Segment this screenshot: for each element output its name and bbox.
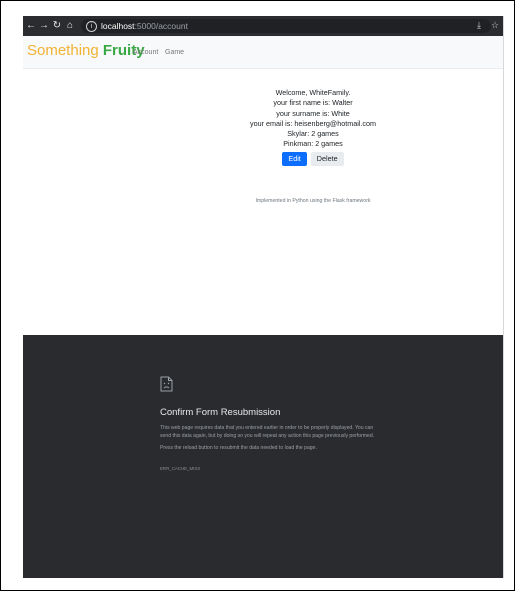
error-code: ERR_CACHE_MISS — [160, 466, 201, 471]
error-title: Confirm Form Resubmission — [160, 407, 281, 418]
bookmark-star-icon[interactable]: ☆ — [491, 20, 499, 31]
game-count-pinkman: Pinkman: 2 games — [283, 139, 343, 149]
nav-link-account[interactable]: Account — [133, 49, 158, 56]
error-description: This web page requires data that you ent… — [160, 424, 375, 456]
surname-text: your surname is: White — [276, 108, 350, 118]
address-bar[interactable]: i localhost:5000/account — [81, 19, 491, 33]
error-paragraph-2: Press the reload button to resubmit the … — [160, 445, 317, 451]
browser-toolbar: ← → ↻ ⌂ i localhost:5000/account ⤓ ☆ — [23, 16, 503, 36]
url-host: localhost — [101, 21, 135, 31]
nav-link-game[interactable]: Game — [165, 49, 184, 56]
account-panel: Welcome, WhiteFamily. your first name is… — [213, 88, 413, 166]
browser-window: ← → ↻ ⌂ i localhost:5000/account ⤓ ☆ Som… — [23, 16, 504, 578]
first-name-text: your first name is: Walter — [273, 98, 353, 108]
welcome-text: Welcome, WhiteFamily. — [275, 88, 351, 97]
app-navbar: Something Fruity Account Game — [23, 36, 503, 69]
brand-something: Something — [27, 42, 99, 59]
footer-note: Implemented in Python using the Flask fr… — [255, 198, 371, 204]
game-count-skylar: Skylar: 2 games — [287, 129, 339, 139]
home-icon[interactable]: ⌂ — [65, 20, 75, 32]
reload-icon[interactable]: ↻ — [52, 20, 62, 32]
error-paragraph-1: This web page requires data that you ent… — [160, 425, 375, 439]
error-page: Confirm Form Resubmission This web page … — [23, 335, 503, 578]
delete-button[interactable]: Delete — [310, 151, 344, 166]
edit-button[interactable]: Edit — [282, 151, 307, 166]
email-text: your email is: heisenberg@hotmail.com — [250, 118, 376, 128]
account-actions: Edit Delete — [213, 151, 413, 166]
forward-arrow-icon[interactable]: → — [39, 20, 49, 32]
back-arrow-icon[interactable]: ← — [26, 20, 36, 32]
url-text: localhost:5000/account — [101, 20, 188, 32]
share-icon[interactable]: ⤓ — [477, 20, 481, 31]
brand-logo[interactable]: Something Fruity — [27, 42, 145, 59]
info-icon[interactable]: i — [86, 21, 97, 32]
url-path: :5000/account — [134, 21, 188, 31]
sad-page-icon — [160, 376, 173, 392]
screenshot-frame: ← → ↻ ⌂ i localhost:5000/account ⤓ ☆ Som… — [0, 0, 515, 591]
